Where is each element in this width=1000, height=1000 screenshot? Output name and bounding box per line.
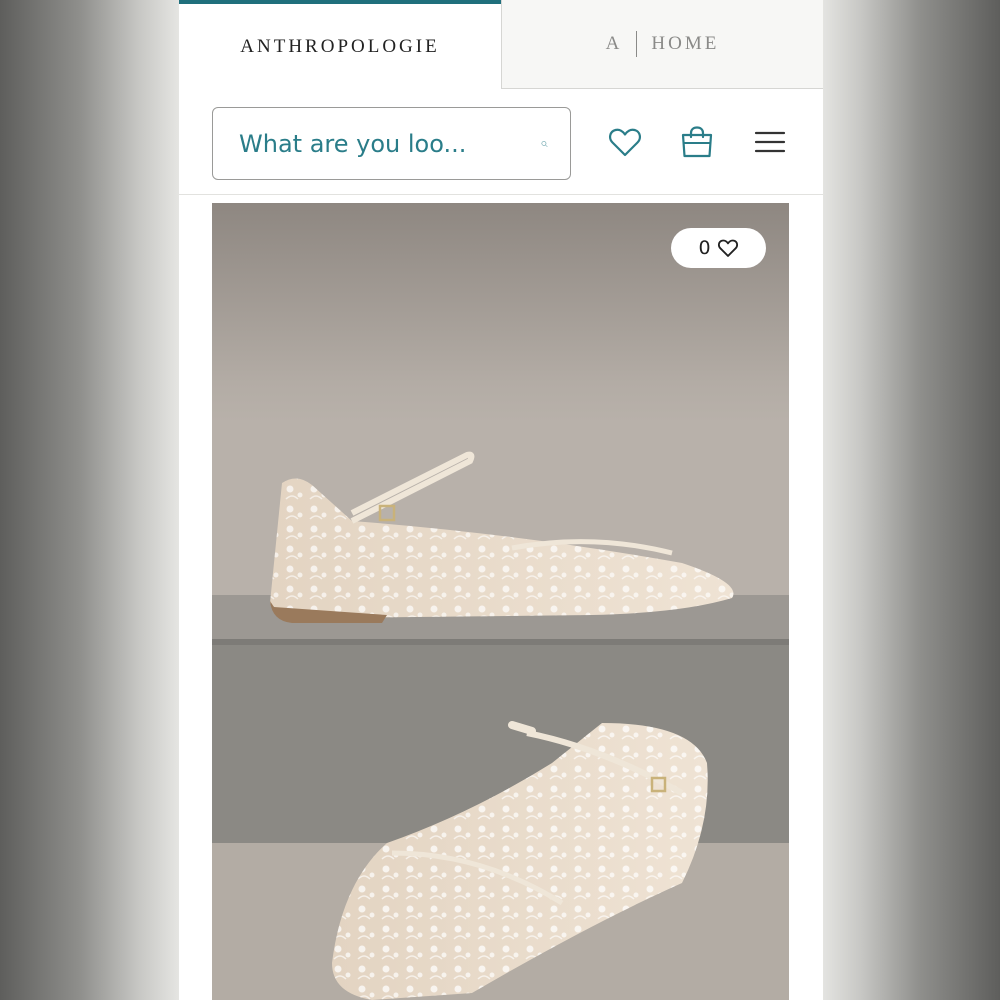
tab-a-home-label: HOME [651,33,720,54]
mobile-page: ANTHROPOLOGIE A HOME What are you loo...… [179,0,823,1000]
search-icon[interactable] [541,129,548,159]
product-photo [212,203,789,1000]
tab-anthropologie[interactable]: ANTHROPOLOGIE [179,0,501,89]
product-image[interactable]: 0 [212,203,789,1000]
brand-tabs: ANTHROPOLOGIE A HOME [179,0,823,89]
tab-a-home-prefix: A [605,33,623,54]
tab-anthropologie-label: ANTHROPOLOGIE [240,35,440,57]
search-box[interactable] [212,107,571,180]
shopping-bag-icon[interactable] [679,124,715,160]
heart-icon [717,239,738,257]
like-count: 0 [698,237,711,259]
tab-divider [636,31,638,57]
heart-icon[interactable] [607,124,643,160]
like-button[interactable]: 0 [671,228,766,268]
tab-a-home[interactable]: A HOME [501,0,823,89]
hamburger-menu-icon[interactable] [752,124,788,160]
header-bar [179,89,823,195]
search-input[interactable] [237,128,541,159]
